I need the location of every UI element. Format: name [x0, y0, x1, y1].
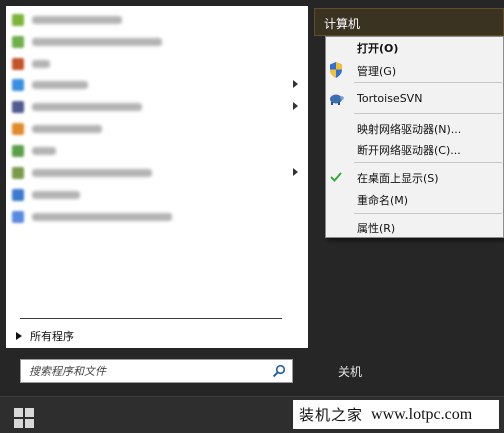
search-placeholder: 搜索程序和文件	[29, 365, 106, 378]
program-label-blurred	[32, 125, 102, 133]
program-item[interactable]	[6, 207, 308, 227]
shield-icon	[328, 62, 344, 78]
program-label-blurred	[32, 103, 142, 111]
program-label-blurred	[32, 191, 80, 199]
program-icon	[12, 58, 24, 70]
context-menu: 打开(O) 管理(G) TortoiseSVN 映射网络驱动器(N)... 断开…	[325, 36, 504, 238]
program-icon	[12, 101, 24, 113]
menu-item-label: 断开网络驱动器(C)...	[357, 144, 461, 157]
program-item[interactable]	[6, 163, 308, 183]
program-label-blurred	[32, 16, 122, 24]
program-item[interactable]	[6, 141, 308, 161]
computer-label: 计算机	[324, 17, 361, 31]
menu-item-label: 管理(G)	[357, 65, 397, 78]
program-icon	[12, 211, 24, 223]
program-item[interactable]	[6, 10, 308, 30]
watermark-url: www.lotpc.com	[371, 405, 473, 423]
program-label-blurred	[32, 147, 56, 155]
menu-separator	[354, 82, 502, 83]
program-item[interactable]	[6, 32, 308, 52]
menu-separator	[354, 113, 502, 114]
program-label-blurred	[32, 60, 50, 68]
expand-arrow-icon	[16, 332, 22, 340]
program-icon	[12, 79, 24, 91]
submenu-arrow-icon	[293, 80, 298, 88]
menu-item-label: TortoiseSVN	[357, 92, 423, 105]
menu-item-label: 属性(R)	[357, 222, 396, 235]
program-label-blurred	[32, 169, 152, 177]
menu-separator	[354, 162, 502, 163]
program-label-blurred	[32, 213, 172, 221]
program-item[interactable]	[6, 75, 308, 95]
program-item[interactable]	[6, 185, 308, 205]
program-item[interactable]	[6, 119, 308, 139]
watermark: 装机之家 www.lotpc.com	[293, 400, 499, 429]
programs-panel: 所有程序	[6, 6, 308, 348]
program-item[interactable]	[6, 54, 308, 74]
submenu-arrow-icon	[293, 102, 298, 110]
menu-item-properties[interactable]: 属性(R)	[326, 217, 504, 237]
program-icon	[12, 36, 24, 48]
program-icon	[12, 189, 24, 201]
shutdown-button[interactable]: 关机	[338, 363, 362, 380]
programs-divider	[20, 318, 282, 319]
program-icon	[12, 14, 24, 26]
program-icon	[12, 167, 24, 179]
menu-item-map-drive[interactable]: 映射网络驱动器(N)...	[326, 118, 504, 138]
menu-item-show-on-desktop[interactable]: 在桌面上显示(S)	[326, 167, 504, 187]
menu-item-open[interactable]: 打开(O)	[326, 37, 504, 57]
menu-item-manage[interactable]: 管理(G)	[326, 60, 504, 80]
all-programs-button[interactable]: 所有程序	[16, 326, 74, 346]
windows-logo-icon[interactable]	[14, 408, 34, 428]
menu-item-rename[interactable]: 重命名(M)	[326, 189, 504, 209]
menu-item-label: 重命名(M)	[357, 194, 409, 207]
program-icon	[12, 145, 24, 157]
program-label-blurred	[32, 81, 88, 89]
all-programs-label: 所有程序	[30, 330, 74, 343]
menu-item-label: 在桌面上显示(S)	[357, 172, 439, 185]
tortoise-icon	[328, 91, 344, 107]
menu-separator	[354, 213, 502, 214]
submenu-arrow-icon	[293, 168, 298, 176]
checkmark-icon	[328, 169, 344, 185]
menu-item-label: 打开(O)	[357, 42, 399, 55]
search-icon[interactable]	[272, 364, 286, 378]
program-label-blurred	[32, 38, 162, 46]
search-input[interactable]: 搜索程序和文件	[20, 359, 293, 383]
program-item[interactable]	[6, 97, 308, 117]
computer-item[interactable]: 计算机	[314, 8, 504, 36]
menu-item-disconnect-drive[interactable]: 断开网络驱动器(C)...	[326, 139, 504, 159]
menu-item-tortoisesvn[interactable]: TortoiseSVN	[326, 89, 504, 109]
program-icon	[12, 123, 24, 135]
menu-item-label: 映射网络驱动器(N)...	[357, 123, 462, 136]
watermark-text: 装机之家	[299, 406, 364, 424]
taskbar: 装机之家 www.lotpc.com	[0, 396, 504, 433]
